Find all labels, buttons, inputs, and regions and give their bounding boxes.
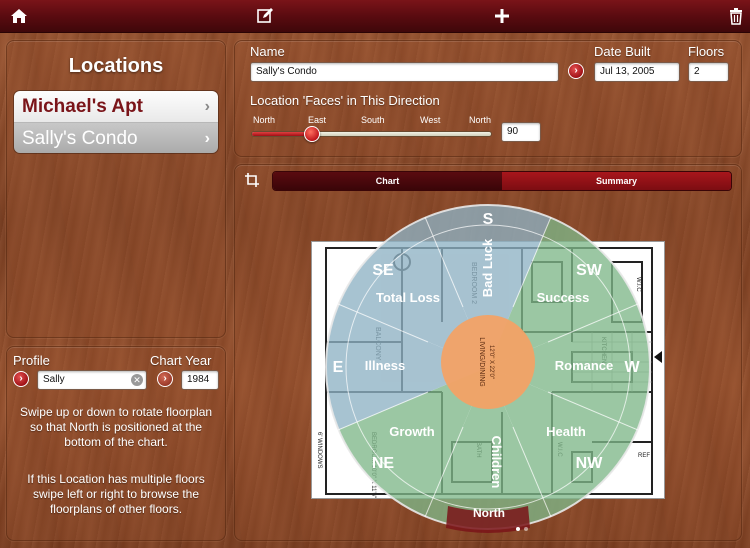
home-icon[interactable]	[9, 6, 29, 26]
locations-list: Michael's Apt › Sally's Condo ›	[13, 90, 219, 154]
trash-icon[interactable]	[726, 6, 746, 26]
room-label-bedroom-top: BEDROOM 2	[470, 262, 477, 304]
room-label-refrig: REF	[638, 453, 650, 459]
location-item-label: Michael's Apt	[22, 96, 144, 117]
profile-go-button[interactable]: ›	[13, 371, 29, 387]
chart-summary-tabs: Chart Summary	[272, 171, 732, 191]
floorplan-drawing: BALCONY BEDROOM 2 BEDROOM 10'0" X 11'6" …	[316, 247, 653, 498]
room-label-wic-bottom: W.I.C	[556, 442, 562, 457]
profile-input[interactable]: Sally ✕	[37, 370, 147, 390]
page-dot	[524, 527, 528, 531]
slider-fill	[252, 132, 312, 136]
date-built-label: Date Built	[594, 44, 651, 59]
faces-degrees-input[interactable]: 90	[501, 122, 541, 142]
direction-label-east: East	[308, 115, 327, 125]
room-label-kitchen: KITCHEN	[600, 337, 606, 363]
direction-label-north-end: North	[469, 115, 492, 125]
tab-summary[interactable]: Summary	[502, 172, 731, 190]
direction-label-south: South	[361, 115, 385, 125]
chart-year-input[interactable]: 1984	[181, 370, 219, 390]
locations-panel: Locations Michael's Apt › Sally's Condo …	[6, 40, 226, 338]
location-item-sallys-condo[interactable]: Sally's Condo ›	[14, 123, 218, 153]
date-built-input[interactable]: Jul 13, 2005	[594, 62, 680, 82]
compose-icon[interactable]	[255, 6, 275, 26]
rotate-indicator-icon	[654, 351, 662, 363]
room-label-windows: 6' WINDOWS	[316, 432, 322, 468]
room-label-wic-top: W.I.C	[635, 277, 641, 292]
name-input[interactable]: Sally's Condo	[250, 62, 559, 82]
tab-chart[interactable]: Chart	[273, 172, 502, 190]
help-floors-text: If this Location has multiple floors swi…	[27, 472, 205, 516]
help-rotate-text: Swipe up or down to rotate floorplan so …	[19, 405, 213, 449]
floors-label: Floors	[688, 44, 725, 59]
name-go-button[interactable]: ›	[568, 63, 584, 79]
name-label: Name	[250, 44, 285, 59]
crop-icon[interactable]	[244, 172, 260, 188]
floorplan-image[interactable]: BALCONY BEDROOM 2 BEDROOM 10'0" X 11'6" …	[311, 241, 665, 499]
profile-label: Profile	[13, 353, 50, 368]
chevron-right-icon: ›	[204, 130, 210, 147]
profile-panel: Profile Chart Year › Sally ✕ › 1984 Swip…	[6, 346, 226, 541]
slider-handle[interactable]	[303, 126, 320, 142]
floors-input[interactable]: 2	[688, 62, 729, 82]
top-toolbar	[0, 0, 750, 33]
page-indicator	[514, 518, 530, 536]
direction-label-north: North	[253, 115, 276, 125]
location-item-michaels-apt[interactable]: Michael's Apt ›	[14, 91, 218, 123]
faces-direction-label: Location 'Faces' in This Direction	[250, 93, 440, 108]
plus-icon[interactable]	[492, 6, 512, 26]
room-label-bedroom-left: BEDROOM 10'0" X 11'6"	[370, 432, 376, 498]
page-dot	[516, 527, 520, 531]
faces-direction-slider[interactable]	[251, 126, 492, 142]
room-label-balcony: BALCONY	[374, 327, 381, 361]
direction-label-west: West	[420, 115, 441, 125]
clear-icon[interactable]: ✕	[131, 374, 143, 386]
room-label-bath: BATH	[475, 442, 481, 458]
chart-year-go-button[interactable]: ›	[157, 371, 173, 387]
chart-year-label: Chart Year	[150, 353, 212, 368]
location-item-label: Sally's Condo	[22, 128, 138, 149]
chevron-right-icon: ›	[204, 98, 210, 115]
locations-title: Locations	[68, 55, 164, 77]
